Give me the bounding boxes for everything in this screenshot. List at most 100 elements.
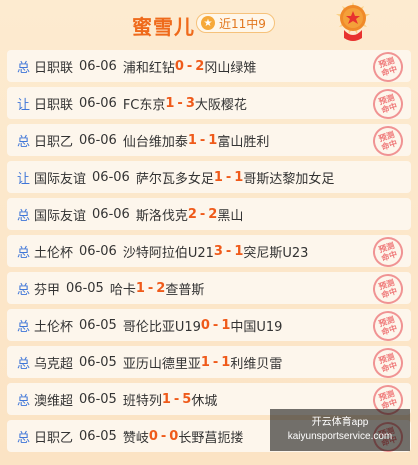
away-team: 冈山绿雉 xyxy=(204,60,257,76)
bet-type-tag: 总 xyxy=(17,208,31,224)
header: 蜜雪儿 ★ 近11中9 xyxy=(0,0,418,44)
home-score: 1 xyxy=(200,354,210,370)
bet-type-tag: 总 xyxy=(17,319,31,335)
away-team: 休城 xyxy=(191,393,218,409)
league-name: 国际友谊 xyxy=(34,171,87,187)
list-item[interactable]: 让国际友谊 06-06 萨尔瓦多女足 1-1 哥斯达黎加女足 xyxy=(7,161,411,193)
hit-stamp-icon: 预测命中 xyxy=(369,344,407,382)
list-item[interactable]: 总日职乙 06-06 仙台维加泰 1-1 富山胜利 预测 命中 xyxy=(7,122,411,160)
away-score: 1 xyxy=(221,354,231,370)
home-score: 1 xyxy=(187,132,197,148)
away-team: 查普斯 xyxy=(165,282,205,298)
home-score: 0 xyxy=(200,317,210,333)
score-separator: - xyxy=(212,354,219,370)
league-name: 日职联 xyxy=(34,60,74,76)
list-item[interactable]: 总国际友谊 06-06 斯洛伐克 2-2 黑山 xyxy=(7,198,411,230)
away-score: 0 xyxy=(169,428,179,444)
away-score: 3 xyxy=(185,95,195,111)
hit-stamp-icon: 预测命中 xyxy=(369,122,407,160)
league-name: 土伦杯 xyxy=(34,245,74,261)
score-separator: - xyxy=(186,58,193,74)
home-team: 浦和红钻 xyxy=(122,60,175,76)
score-separator: - xyxy=(173,391,180,407)
match-date: 06-05 xyxy=(79,317,117,333)
away-score: 1 xyxy=(208,132,218,148)
home-score: 1 xyxy=(161,391,171,407)
away-team: 长野菖扼搂 xyxy=(178,430,244,446)
home-team: 亚历山德里亚 xyxy=(122,356,201,372)
away-score: 5 xyxy=(182,391,192,407)
score-separator: - xyxy=(199,206,206,222)
list-item[interactable]: 总芬甲 06-05 哈卡 1-2 查普斯 预测 命中 xyxy=(7,270,411,308)
home-score: 0 xyxy=(148,428,158,444)
away-team: 大阪樱花 xyxy=(194,97,247,113)
home-score: 3 xyxy=(213,243,223,259)
bet-type-tag: 总 xyxy=(17,393,31,409)
league-name: 国际友谊 xyxy=(34,208,87,224)
match-date: 06-05 xyxy=(66,280,104,296)
away-score: 2 xyxy=(195,58,205,74)
list-item[interactable]: 总土伦杯 06-05 哥伦比亚U19 0-1 中国U19 预测 命中 xyxy=(7,307,411,345)
bet-type-tag: 总 xyxy=(17,282,31,298)
home-score: 0 xyxy=(174,58,184,74)
win-rate-badge: ★ 近11中9 xyxy=(196,13,275,33)
match-date: 06-06 xyxy=(79,95,117,111)
score-separator: - xyxy=(212,317,219,333)
score-separator: - xyxy=(160,428,167,444)
home-score: 1 xyxy=(165,95,175,111)
hit-stamp-icon: 预测命中 xyxy=(369,307,407,345)
home-team: FC东京 xyxy=(122,97,166,113)
home-team: 斯洛伐克 xyxy=(135,208,188,224)
list-item[interactable]: 总日职联 06-06 浦和红钻 0-2 冈山绿雉 预测 命中 xyxy=(7,48,411,86)
watermark: 开云体育app kaiyunsportservice.com xyxy=(270,409,410,451)
bet-type-tag: 让 xyxy=(17,171,31,187)
win-rate-text: 近11中9 xyxy=(219,16,266,31)
watermark-line1: 开云体育app xyxy=(311,417,369,428)
bet-type-tag: 总 xyxy=(17,134,31,150)
away-score: 2 xyxy=(208,206,218,222)
match-date: 06-06 xyxy=(79,243,117,259)
league-name: 土伦杯 xyxy=(34,319,74,335)
away-team: 黑山 xyxy=(217,208,244,224)
hit-stamp-icon: 预测命中 xyxy=(369,270,407,308)
home-score: 1 xyxy=(135,280,145,296)
bet-type-tag: 总 xyxy=(17,356,31,372)
hit-stamp-icon: 预测命中 xyxy=(369,48,407,86)
tipster-name: 蜜雪儿 xyxy=(132,15,195,39)
bet-type-tag: 总 xyxy=(17,430,31,446)
league-name: 乌克超 xyxy=(34,356,74,372)
away-score: 1 xyxy=(234,169,244,185)
home-team: 哈卡 xyxy=(109,282,136,298)
home-team: 沙特阿拉伯U21 xyxy=(122,245,214,261)
away-score: 1 xyxy=(221,317,231,333)
list-item[interactable]: 让日职联 06-06 FC东京 1-3 大阪樱花 预测 命中 xyxy=(7,85,411,123)
score-separator: - xyxy=(147,280,154,296)
league-name: 日职乙 xyxy=(34,134,74,150)
list-item[interactable]: 总土伦杯 06-06 沙特阿拉伯U21 3-1 突尼斯U23 预测 命中 xyxy=(7,233,411,271)
list-item[interactable]: 总乌克超 06-05 亚历山德里亚 1-1 利维贝雷 预测 命中 xyxy=(7,344,411,382)
away-team: 中国U19 xyxy=(230,319,283,335)
score-separator: - xyxy=(225,243,232,259)
hit-stamp-icon: 预测命中 xyxy=(369,85,407,123)
away-score: 1 xyxy=(234,243,244,259)
score-separator: - xyxy=(177,95,183,111)
bet-type-tag: 总 xyxy=(17,245,31,261)
home-team: 哥伦比亚U19 xyxy=(122,319,201,335)
match-date: 06-05 xyxy=(79,391,117,407)
league-name: 芬甲 xyxy=(34,282,61,298)
home-team: 班特列 xyxy=(122,393,162,409)
away-score: 2 xyxy=(156,280,166,296)
home-score: 2 xyxy=(187,206,197,222)
away-team: 突尼斯U23 xyxy=(243,245,309,261)
league-name: 日职联 xyxy=(34,97,74,113)
league-name: 日职乙 xyxy=(34,430,74,446)
bet-type-tag: 总 xyxy=(17,60,31,76)
away-team: 富山胜利 xyxy=(217,134,270,150)
home-team: 赞岐 xyxy=(122,430,149,446)
home-team: 仙台维加泰 xyxy=(122,134,188,150)
bet-type-tag: 让 xyxy=(17,97,31,113)
match-date: 06-06 xyxy=(79,58,117,74)
match-date: 06-06 xyxy=(92,169,130,185)
away-team: 哥斯达黎加女足 xyxy=(243,171,335,187)
score-separator: - xyxy=(199,132,206,148)
